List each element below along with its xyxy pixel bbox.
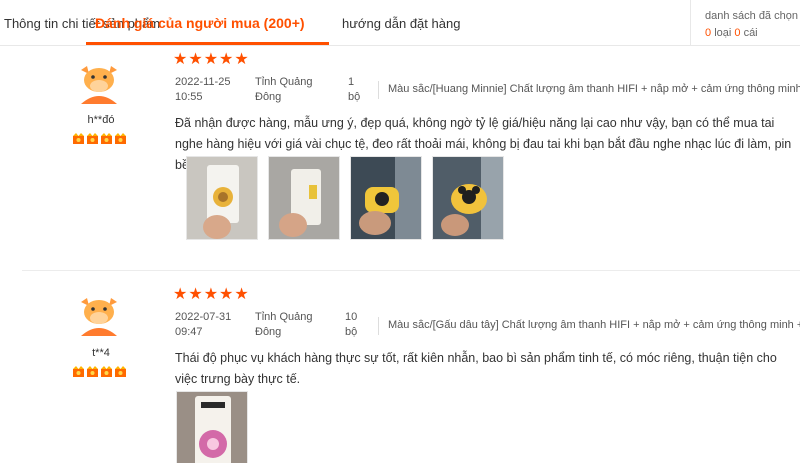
crown-badge-icon (87, 366, 98, 377)
crown-badge-icon (115, 366, 126, 377)
rating-stars: ★ ★ ★ ★ ★ (173, 287, 249, 303)
rating-stars: ★ ★ ★ ★ ★ (173, 52, 249, 68)
items-count: 0 (734, 27, 741, 39)
crown-badge-icon (101, 133, 112, 144)
reviewer-name: h**đó (87, 114, 115, 126)
kinds-count: 0 (705, 27, 712, 39)
reviewer-name: t**4 (92, 347, 110, 359)
meta-divider (378, 81, 379, 99)
crown-badge-icon (101, 366, 112, 377)
review-photo-thumbnail[interactable] (268, 156, 340, 240)
selected-list-panel[interactable]: danh sách đã chọn 0 loại 0 cái (690, 0, 800, 46)
review-comment: Thái độ phục vụ khách hàng thực sự tốt, … (175, 351, 777, 386)
review-photo-thumbnail[interactable] (186, 156, 258, 240)
review-date: 2022-11-25 10:55 (175, 76, 231, 103)
tab-order-guide[interactable]: hướng dẫn đặt hàng (342, 16, 460, 31)
meta-divider (378, 317, 379, 335)
items-label: cái (743, 27, 758, 39)
avatar (77, 60, 121, 104)
active-tab-indicator (86, 42, 329, 45)
review-date: 2022-07-31 09:47 (175, 311, 232, 338)
crown-badge-icon (87, 133, 98, 144)
reviewer-level-badges (72, 132, 128, 146)
review-photo-thumbnail[interactable] (350, 156, 422, 240)
tab-bar: Thông tin chi tiết sản phẩm Đánh giá của… (0, 0, 690, 46)
review-item: t**4 ★ ★ ★ ★ ★ 2022-07-31 09:47 Tỉnh Quả… (0, 270, 800, 463)
crown-badge-icon (73, 366, 84, 377)
star-icon: ★ (173, 51, 188, 68)
reviewer-location: Tỉnh Quảng Đông (255, 311, 313, 338)
purchase-quantity: 10 bộ (345, 311, 358, 338)
reviewer-level-badges (72, 365, 128, 379)
review-item: h**đó ★ ★ ★ ★ ★ 2022-11-25 10:55 Tỉnh Qu… (0, 46, 800, 268)
kinds-label: loại (714, 27, 732, 39)
star-icon: ★ (219, 51, 234, 68)
avatar (77, 292, 121, 336)
star-icon: ★ (173, 286, 188, 303)
review-photos (176, 391, 248, 463)
review-photo-thumbnail[interactable] (176, 391, 248, 463)
star-icon: ★ (219, 286, 234, 303)
purchased-variant: Màu sắc/[Gấu dâu tây] Chất lượng âm than… (388, 319, 800, 331)
purchase-quantity: 1 bộ (348, 76, 361, 103)
star-icon: ★ (188, 51, 203, 68)
selected-list-title: danh sách đã chọn (705, 10, 798, 22)
tab-buyer-reviews[interactable]: Đánh giá của người mua (200+) (95, 15, 305, 31)
review-photo-thumbnail[interactable] (432, 156, 504, 240)
purchased-variant: Màu sắc/[Huang Minnie] Chất lượng âm tha… (388, 83, 800, 95)
review-photos (186, 156, 504, 240)
crown-badge-icon (115, 133, 126, 144)
star-icon: ★ (234, 286, 249, 303)
selected-list-counts: 0 loại 0 cái (705, 27, 758, 39)
reviewer-location: Tỉnh Quảng Đông (255, 76, 313, 103)
star-icon: ★ (203, 51, 219, 68)
star-icon: ★ (234, 51, 249, 68)
star-icon: ★ (203, 286, 219, 303)
star-icon: ★ (188, 286, 203, 303)
crown-badge-icon (73, 133, 84, 144)
